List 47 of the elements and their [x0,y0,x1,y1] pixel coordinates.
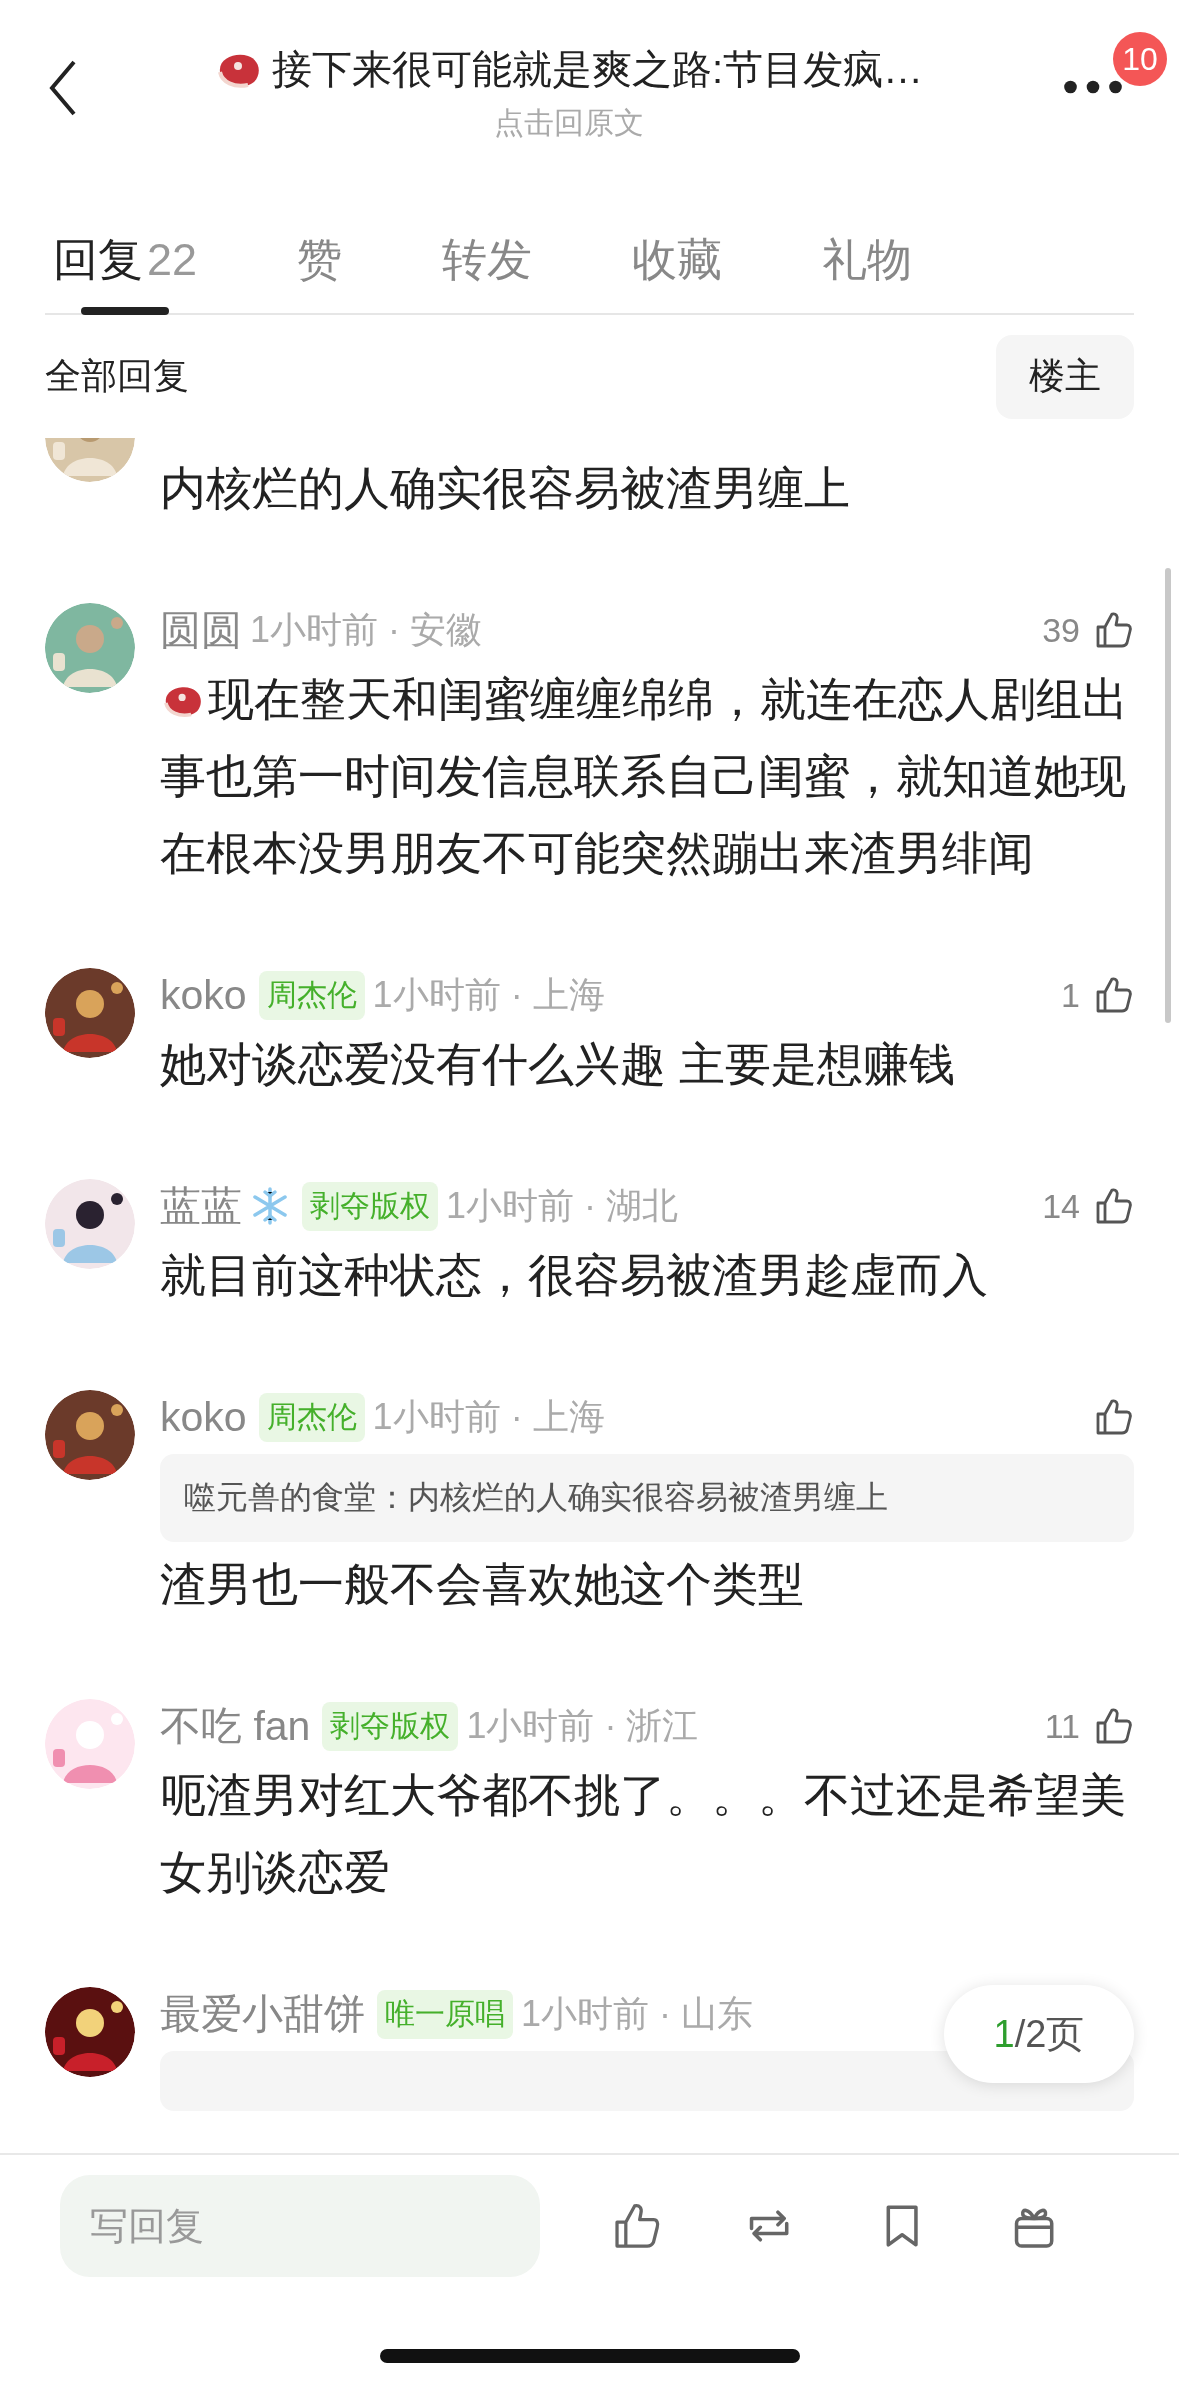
comment-text: 内核烂的人确实很容易被渣男缠上 [160,461,851,516]
tab[interactable]: 回复22 [45,200,206,290]
username[interactable]: 圆圆 [160,602,242,658]
comment-meta: 1小时前 · 湖北 [446,1183,678,1228]
comment-text: 就目前这种状态，很容易被渣男趁虚而入 [160,1248,989,1303]
reply-input[interactable]: 写回复 [60,2175,540,2277]
fan-badge: 剥夺版权 [302,1181,438,1231]
username[interactable]: koko [160,971,247,1019]
op-filter-button[interactable]: 楼主 [996,334,1134,419]
comment-meta: 1小时前 · 浙江 [466,1703,699,1748]
filter-label: 全部回复 [45,354,189,398]
like-count: 14 [1042,1186,1080,1226]
fan-badge: 剥夺版权 [322,1701,459,1751]
like-count: 39 [1042,610,1080,650]
page-indicator[interactable]: 1/2页 [944,1985,1134,2083]
comment-meta: 1小时前 · 山东 [521,1991,753,2036]
thumbs-up-icon[interactable] [1094,610,1134,650]
comment-text: 现在整天和闺蜜缠缠绵绵，就连在恋人剧组出事也第一时间发信息联系自己闺蜜，就知道她现在根本没男朋友不可能突然蹦出来渣男绯闻 [160,672,1129,881]
comment-text: 她对谈恋爱没有什么兴趣 主要是想赚钱 [160,1037,956,1092]
tab[interactable]: 赞 [289,200,351,290]
fan-badge: 周杰伦 [258,1392,365,1442]
tab[interactable]: 收藏 [624,200,731,290]
notification-badge: 10 [1113,32,1167,86]
username[interactable]: 蓝蓝 [160,1178,242,1234]
quoted-reply: 噬元兽的食堂：内核烂的人确实很容易被渣男缠上 [160,1454,1134,1542]
back-icon[interactable] [48,58,78,118]
comment-text: 呃渣男对红大爷都不挑了。。。不过还是希望美女别谈恋爱 [160,1768,1127,1900]
comment-text: 渣男也一般不会喜欢她这个类型 [160,1557,805,1612]
comment-meta: 1小时前 · 安徽 [250,607,482,652]
thumbs-up-icon[interactable] [1094,1397,1134,1437]
like-count: 1 [1061,975,1080,1015]
fan-badge: 周杰伦 [258,970,365,1020]
fan-badge: 唯一原唱 [377,1989,513,2039]
tab[interactable]: 礼物 [814,200,921,290]
view-original-link[interactable]: 点击回原文 [493,103,644,144]
username[interactable]: 不吃 fan [160,1698,311,1754]
post-title: 接下来很可能就是爽之路:节目发疯… [271,46,924,93]
thumbs-up-icon[interactable] [1094,1706,1134,1746]
comment-meta: 1小时前 · 上海 [372,1394,605,1439]
comment-meta: 1小时前 · 上海 [372,972,605,1017]
thumbs-up-icon[interactable] [1094,1186,1134,1226]
thumbs-up-icon[interactable] [1094,975,1134,1015]
tab[interactable]: 转发 [434,200,541,290]
username[interactable]: 最爱小甜饼 [160,1986,365,2042]
more-icon[interactable] [1061,78,1125,96]
like-count: 11 [1044,1706,1080,1746]
username[interactable]: koko [160,1393,247,1441]
